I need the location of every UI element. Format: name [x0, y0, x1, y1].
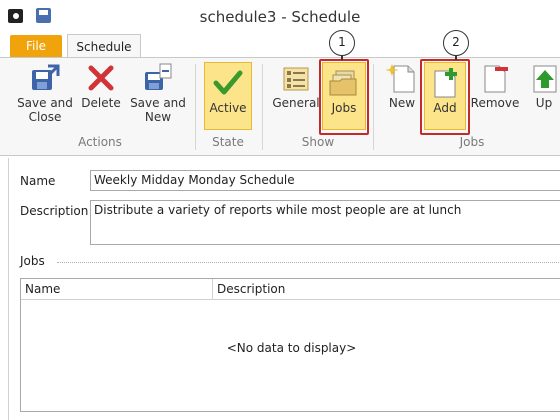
delete-button[interactable]: Delete	[80, 62, 122, 110]
highlight-box	[319, 59, 369, 135]
group-label-state: State	[212, 135, 244, 149]
grid-header: Name Description	[21, 279, 560, 300]
new-job-button[interactable]: New	[384, 62, 420, 110]
jobs-divider	[57, 262, 560, 263]
move-up-button[interactable]: Up	[528, 62, 560, 110]
name-label: Name	[20, 174, 56, 188]
active-toggle-button[interactable]: Active	[204, 62, 252, 130]
general-icon	[280, 62, 312, 94]
group-label-actions: Actions	[78, 135, 122, 149]
ribbon-tabs: File Schedule	[0, 32, 560, 59]
up-label: Up	[535, 96, 553, 110]
group-label-jobs: Jobs	[459, 135, 485, 149]
schedule-form: Name Weekly Midday Monday Schedule Descr…	[8, 158, 560, 420]
remove-icon	[479, 62, 511, 94]
save-and-new-button[interactable]: Save and New	[128, 62, 188, 124]
save-new-label: Save and New	[130, 96, 186, 124]
remove-label: Remove	[470, 96, 520, 110]
tab-schedule[interactable]: Schedule	[67, 34, 141, 59]
window-title: schedule3 - Schedule	[199, 8, 361, 26]
general-label: General	[272, 96, 320, 110]
separator	[262, 64, 263, 150]
save-close-label: Save and Close	[17, 96, 73, 124]
delete-label: Delete	[81, 96, 121, 110]
tab-file[interactable]: File	[10, 35, 62, 58]
column-header-description[interactable]: Description	[217, 282, 285, 296]
highlight-box	[420, 59, 470, 135]
new-label: New	[388, 96, 416, 110]
empty-grid-message: <No data to display>	[226, 341, 357, 355]
general-button[interactable]: General	[272, 62, 320, 110]
jobs-section-label: Jobs	[20, 254, 45, 268]
column-divider[interactable]	[212, 279, 213, 299]
callout-1: 1	[329, 30, 355, 56]
group-label-show: Show	[301, 135, 335, 149]
description-textarea[interactable]: Distribute a variety of reports while mo…	[90, 200, 560, 245]
name-input[interactable]: Weekly Midday Monday Schedule	[90, 170, 560, 191]
save-new-icon	[142, 62, 174, 94]
up-arrow-icon	[528, 62, 560, 94]
column-header-name[interactable]: Name	[25, 282, 60, 296]
save-close-icon	[29, 62, 61, 94]
checkmark-icon	[212, 67, 244, 99]
active-label: Active	[209, 101, 247, 115]
ribbon: Save and Close Delete Save and New Actions	[0, 57, 560, 156]
separator	[195, 64, 196, 150]
new-document-icon	[385, 62, 418, 94]
description-label: Description	[20, 204, 89, 218]
remove-job-button[interactable]: Remove	[470, 62, 520, 110]
delete-icon	[85, 62, 117, 94]
callout-2: 2	[443, 30, 469, 56]
jobs-grid[interactable]: Name Description <No data to display>	[20, 278, 560, 412]
title-bar: schedule3 - Schedule	[0, 0, 560, 32]
save-and-close-button[interactable]: Save and Close	[12, 62, 78, 124]
separator	[373, 64, 374, 150]
